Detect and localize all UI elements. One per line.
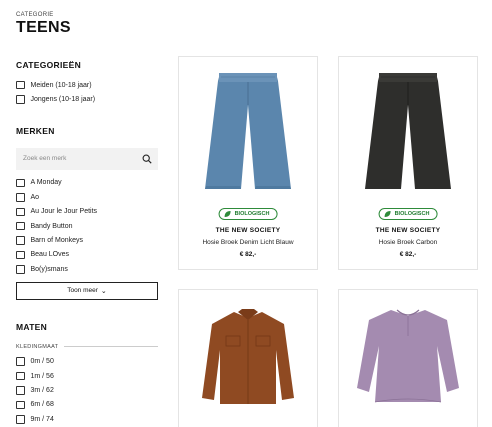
checkbox[interactable] bbox=[16, 236, 25, 245]
checkbox[interactable] bbox=[16, 400, 25, 410]
product-card[interactable]: BIOLOGISCH THE NEW SOCIETY Hosie Broek D… bbox=[178, 56, 318, 270]
checkbox[interactable] bbox=[16, 80, 25, 90]
sizes-list: 0m / 50 1m / 56 3m / 62 6m / 68 9m / 74 bbox=[16, 355, 158, 427]
size-label: 9m / 74 bbox=[30, 415, 54, 423]
clothing-size-label: KLEDINGMAAT bbox=[16, 343, 59, 350]
show-more-brands-button[interactable]: Toon meer ⌄ bbox=[16, 281, 158, 300]
organic-badge: BIOLOGISCH bbox=[378, 208, 438, 220]
clothing-size-subtitle: KLEDINGMAAT bbox=[16, 344, 158, 350]
brand-option[interactable]: Bo(y)smans bbox=[16, 262, 158, 276]
divider bbox=[64, 346, 158, 348]
brand-option[interactable]: Beau LOves bbox=[16, 248, 158, 262]
search-icon[interactable] bbox=[142, 154, 152, 164]
brand-option[interactable]: Au Jour le Jour Petits bbox=[16, 205, 158, 219]
product-card[interactable]: BIOLOGISCH THE NEW SOCIETY Hosie Broek C… bbox=[338, 56, 478, 270]
leaf-icon bbox=[384, 211, 391, 217]
brand-label: Ao bbox=[30, 193, 40, 201]
sizes-title: MATEN bbox=[16, 321, 48, 332]
brand-label: Barn of Monkeys bbox=[30, 237, 84, 245]
category-label: Jongens (10-18 jaar) bbox=[30, 96, 96, 104]
product-image[interactable] bbox=[179, 306, 317, 406]
size-option[interactable]: 3m / 62 bbox=[16, 383, 158, 397]
brand-label: Bandy Button bbox=[30, 222, 73, 230]
size-label: 6m / 68 bbox=[30, 401, 54, 409]
brand-option[interactable]: Barn of Monkeys bbox=[16, 233, 158, 247]
category-option-jongens[interactable]: Jongens (10-18 jaar) bbox=[16, 92, 158, 106]
brand-label: Au Jour le Jour Petits bbox=[30, 208, 98, 216]
size-option[interactable]: 9m / 74 bbox=[16, 412, 158, 426]
checkbox[interactable] bbox=[16, 193, 25, 202]
brand-label: A Monday bbox=[30, 179, 62, 187]
checkbox[interactable] bbox=[16, 265, 25, 274]
page-header: CATEGORIE TEENS bbox=[16, 12, 71, 37]
size-option[interactable]: 6m / 68 bbox=[16, 398, 158, 412]
chevron-down-icon: ⌄ bbox=[100, 287, 107, 295]
checkbox[interactable] bbox=[16, 178, 25, 188]
checkbox[interactable] bbox=[16, 386, 25, 395]
checkbox[interactable] bbox=[16, 357, 25, 366]
categories-list: Meiden (10-18 jaar) Jongens (10-18 jaar) bbox=[16, 78, 158, 107]
checkbox[interactable] bbox=[16, 207, 25, 216]
product-name[interactable]: Hosie Broek Carbon bbox=[339, 239, 477, 246]
size-label: 3m / 62 bbox=[30, 386, 54, 394]
checkbox[interactable] bbox=[16, 95, 25, 104]
size-option[interactable]: 1m / 56 bbox=[16, 369, 158, 383]
brands-list: A Monday Ao Au Jour le Jour Petits Bandy… bbox=[16, 176, 158, 277]
product-card[interactable] bbox=[178, 289, 318, 427]
brand-search-field[interactable]: Zoek een merk bbox=[16, 147, 158, 170]
product-image[interactable] bbox=[339, 306, 477, 406]
badge-label: BIOLOGISCH bbox=[394, 211, 430, 217]
size-label: 1m / 56 bbox=[30, 372, 54, 380]
checkbox[interactable] bbox=[16, 415, 25, 424]
product-brand: THE NEW SOCIETY bbox=[215, 227, 281, 234]
badge-label: BIOLOGISCH bbox=[234, 211, 270, 217]
brand-option[interactable]: Bandy Button bbox=[16, 219, 158, 233]
category-option-meiden[interactable]: Meiden (10-18 jaar) bbox=[16, 78, 158, 92]
filter-sidebar: CATEGORIEËN Meiden (10-18 jaar) Jongens … bbox=[16, 60, 158, 426]
organic-badge: BIOLOGISCH bbox=[218, 208, 278, 220]
product-price: € 82,- bbox=[399, 251, 417, 258]
brand-label: Beau LOves bbox=[30, 251, 70, 259]
brand-search-input[interactable]: Zoek een merk bbox=[23, 155, 66, 162]
checkbox[interactable] bbox=[16, 221, 25, 231]
product-brand: THE NEW SOCIETY bbox=[375, 227, 441, 234]
brands-title: MERKEN bbox=[16, 125, 55, 136]
brand-label: Bo(y)smans bbox=[30, 265, 68, 273]
checkbox[interactable] bbox=[16, 250, 25, 260]
product-name[interactable]: Hosie Broek Denim Licht Blauw bbox=[179, 239, 317, 246]
size-option[interactable]: 0m / 50 bbox=[16, 355, 158, 369]
product-price: € 82,- bbox=[239, 251, 257, 258]
size-label: 0m / 50 bbox=[30, 358, 54, 366]
product-image[interactable] bbox=[179, 65, 317, 197]
category-eyebrow: CATEGORIE bbox=[16, 12, 54, 18]
page-title: TEENS bbox=[16, 19, 71, 36]
categories-title: CATEGORIEËN bbox=[16, 60, 82, 70]
leaf-icon bbox=[224, 211, 231, 217]
brand-option[interactable]: Ao bbox=[16, 190, 158, 204]
category-label: Meiden (10-18 jaar) bbox=[30, 81, 92, 89]
product-card[interactable] bbox=[338, 289, 478, 427]
brand-option[interactable]: A Monday bbox=[16, 176, 158, 190]
checkbox[interactable] bbox=[16, 371, 25, 381]
product-image[interactable] bbox=[339, 65, 477, 197]
show-more-label: Toon meer bbox=[67, 287, 98, 295]
